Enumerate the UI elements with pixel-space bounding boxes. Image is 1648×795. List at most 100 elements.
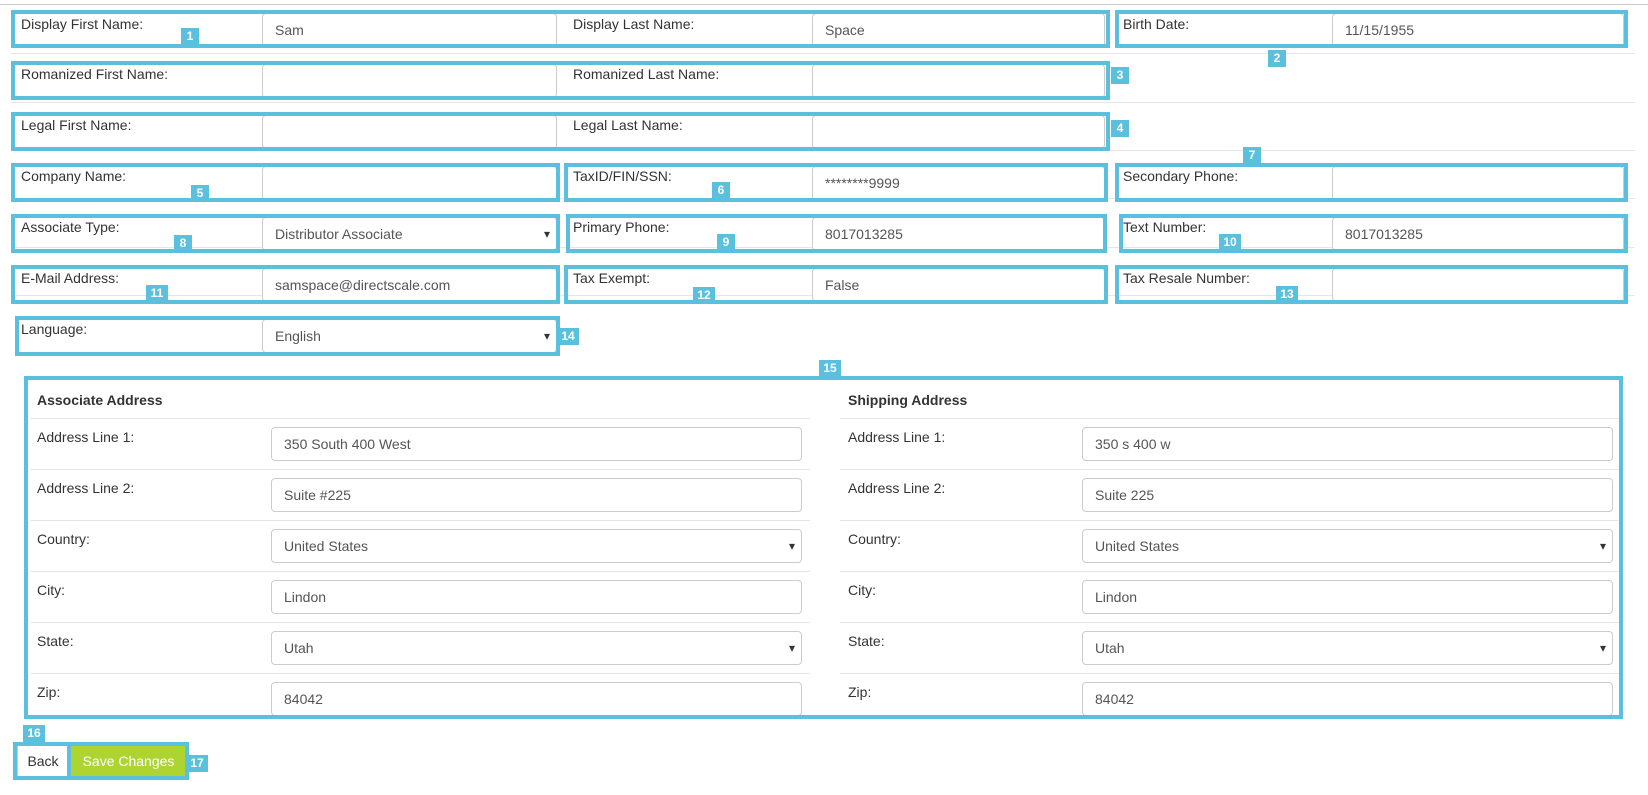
- associate-line2-input[interactable]: Suite #225: [271, 478, 802, 512]
- address-row-divider: [30, 520, 810, 521]
- tax-exempt-input[interactable]: False: [812, 268, 1105, 302]
- address-row-divider: [840, 520, 1620, 521]
- associate-state-label: State:: [37, 633, 74, 649]
- address-row-divider: [840, 622, 1620, 623]
- address-row-divider: [840, 469, 1620, 470]
- annotation-badge: 3: [1111, 67, 1129, 84]
- shipping-state-value: Utah: [1095, 640, 1125, 656]
- tax-resale-number-label: Tax Resale Number:: [1123, 270, 1250, 286]
- email-label: E-Mail Address:: [21, 270, 120, 286]
- tax-exempt-label: Tax Exempt:: [573, 270, 651, 286]
- associate-zip-label: Zip:: [37, 684, 61, 700]
- romanized-last-name-input[interactable]: [812, 64, 1105, 98]
- primary-phone-label: Primary Phone:: [573, 219, 670, 235]
- display-first-name-label: Display First Name:: [21, 16, 144, 32]
- associate-address-heading: Associate Address: [37, 392, 163, 408]
- address-row-divider: [30, 673, 810, 674]
- annotation-badge: 5: [191, 185, 209, 202]
- annotation-badge: 11: [146, 285, 168, 302]
- shipping-line1-input[interactable]: 350 s 400 w: [1082, 427, 1613, 461]
- annotation-badge: 7: [1243, 147, 1261, 164]
- shipping-address-heading: Shipping Address: [848, 392, 968, 408]
- address-row-divider: [840, 673, 1620, 674]
- associate-line1-input[interactable]: 350 South 400 West: [271, 427, 802, 461]
- associate-line1-label: Address Line 1:: [37, 429, 135, 445]
- birth-date-input[interactable]: 11/15/1955: [1332, 13, 1624, 47]
- text-number-input[interactable]: 8017013285: [1332, 217, 1624, 251]
- secondary-phone-label: Secondary Phone:: [1123, 168, 1239, 184]
- annotation-badge: 14: [557, 328, 579, 345]
- associate-type-select[interactable]: Distributor Associate: [262, 217, 557, 251]
- legal-last-name-input[interactable]: [812, 115, 1105, 149]
- annotation-badge: 17: [186, 755, 208, 772]
- annotation-badge: 4: [1111, 120, 1129, 137]
- shipping-zip-label: Zip:: [848, 684, 872, 700]
- associate-country-select[interactable]: United States: [271, 529, 802, 563]
- row-divider: [11, 150, 1635, 151]
- back-button[interactable]: Back: [17, 745, 69, 777]
- legal-last-name-label: Legal Last Name:: [573, 117, 683, 133]
- shipping-zip-input[interactable]: 84042: [1082, 682, 1613, 716]
- annotation-badge: 9: [717, 234, 735, 251]
- associate-type-value: Distributor Associate: [275, 226, 403, 242]
- annotation-badge: 6: [712, 182, 730, 199]
- legal-first-name-label: Legal First Name:: [21, 117, 132, 133]
- legal-first-name-input[interactable]: [262, 115, 557, 149]
- annotation-badge: 16: [23, 725, 45, 742]
- row-divider: [11, 53, 1635, 54]
- shipping-country-select[interactable]: United States: [1082, 529, 1613, 563]
- shipping-state-label: State:: [848, 633, 885, 649]
- shipping-country-value: United States: [1095, 538, 1180, 554]
- secondary-phone-input[interactable]: [1332, 166, 1624, 200]
- save-changes-button[interactable]: Save Changes: [71, 745, 186, 777]
- shipping-state-select[interactable]: Utah: [1082, 631, 1613, 665]
- associate-zip-input[interactable]: 84042: [271, 682, 802, 716]
- associate-country-label: Country:: [37, 531, 90, 547]
- annotation-badge: 13: [1276, 286, 1298, 303]
- shipping-country-label: Country:: [848, 531, 901, 547]
- company-name-label: Company Name:: [21, 168, 127, 184]
- address-row-divider: [840, 571, 1620, 572]
- tax-id-label: TaxID/FIN/SSN:: [573, 168, 672, 184]
- birth-date-label: Birth Date:: [1123, 16, 1190, 32]
- address-row-divider: [840, 418, 1620, 419]
- display-first-name-input[interactable]: Sam: [262, 13, 557, 47]
- primary-phone-input[interactable]: 8017013285: [812, 217, 1105, 251]
- address-row-divider: [30, 571, 810, 572]
- associate-state-select[interactable]: Utah: [271, 631, 802, 665]
- top-divider: [0, 0, 1648, 5]
- romanized-first-name-input[interactable]: [262, 64, 557, 98]
- associate-country-value: United States: [284, 538, 369, 554]
- annotation-badge: 2: [1268, 50, 1286, 67]
- address-row-divider: [30, 622, 810, 623]
- display-last-name-input[interactable]: Space: [812, 13, 1105, 47]
- annotation-badge: 12: [693, 287, 715, 304]
- email-input[interactable]: samspace@directscale.com: [262, 268, 557, 302]
- annotation-badge: 1: [181, 28, 199, 45]
- romanized-first-name-label: Romanized First Name:: [21, 66, 169, 82]
- language-select[interactable]: English: [262, 319, 557, 353]
- row-divider: [11, 102, 1635, 103]
- shipping-line2-label: Address Line 2:: [848, 480, 946, 496]
- display-last-name-label: Display Last Name:: [573, 16, 695, 32]
- associate-type-label: Associate Type:: [21, 219, 120, 235]
- address-row-divider: [30, 469, 810, 470]
- annotation-badge: 15: [819, 360, 841, 377]
- tax-id-input[interactable]: ********9999: [812, 166, 1105, 200]
- text-number-label: Text Number:: [1123, 219, 1207, 235]
- shipping-line2-input[interactable]: Suite 225: [1082, 478, 1613, 512]
- romanized-last-name-label: Romanized Last Name:: [573, 66, 720, 82]
- language-label: Language:: [21, 321, 88, 337]
- associate-city-label: City:: [37, 582, 65, 598]
- address-row-divider: [30, 418, 810, 419]
- company-name-input[interactable]: [262, 166, 557, 200]
- language-value: English: [275, 328, 321, 344]
- associate-state-value: Utah: [284, 640, 314, 656]
- shipping-city-input[interactable]: Lindon: [1082, 580, 1613, 614]
- shipping-line1-label: Address Line 1:: [848, 429, 946, 445]
- annotation-badge: 8: [174, 235, 192, 252]
- associate-line2-label: Address Line 2:: [37, 480, 135, 496]
- associate-city-input[interactable]: Lindon: [271, 580, 802, 614]
- annotation-badge: 10: [1219, 234, 1241, 251]
- tax-resale-number-input[interactable]: [1332, 268, 1624, 302]
